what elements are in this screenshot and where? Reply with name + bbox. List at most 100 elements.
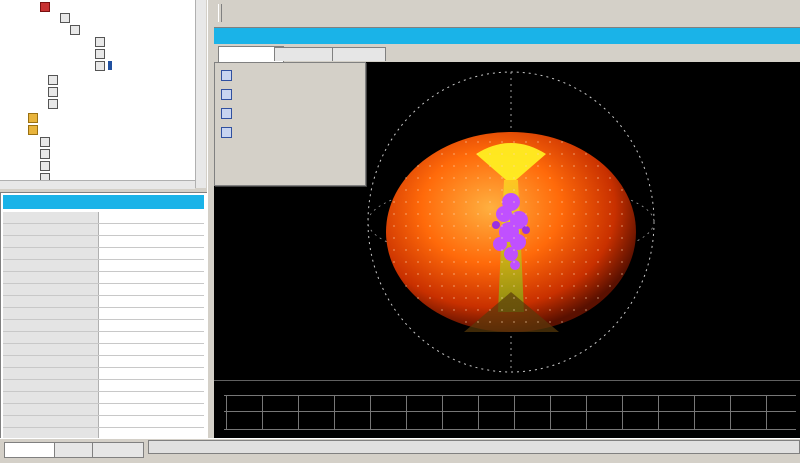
grid-point — [561, 165, 563, 167]
property-row[interactable] — [3, 284, 204, 296]
grid-point — [525, 297, 527, 299]
grid-point — [405, 249, 407, 251]
grid-point — [525, 321, 527, 323]
tree-node[interactable] — [28, 112, 41, 123]
grid-point — [513, 189, 515, 191]
property-row[interactable] — [3, 416, 204, 428]
tree-node[interactable] — [60, 12, 73, 23]
view-tab[interactable] — [332, 47, 386, 61]
property-row[interactable] — [3, 296, 204, 308]
grid-point — [525, 153, 527, 155]
grid-point — [513, 297, 515, 299]
bottom-tab[interactable] — [4, 442, 56, 458]
menu-item[interactable] — [215, 123, 363, 141]
grid-point — [597, 285, 599, 287]
property-row[interactable] — [3, 272, 204, 284]
grid-point — [525, 213, 527, 215]
node-icon — [48, 98, 58, 109]
menu-item-icon — [221, 127, 232, 138]
node-icon — [95, 60, 105, 71]
property-row[interactable] — [3, 356, 204, 368]
grid-point — [441, 285, 443, 287]
bottom-tab[interactable] — [92, 442, 144, 458]
grid-point — [429, 201, 431, 203]
property-row[interactable] — [3, 224, 204, 236]
grid-point — [501, 213, 503, 215]
property-key — [3, 224, 99, 235]
tree-node[interactable] — [40, 148, 53, 159]
property-key — [3, 320, 99, 331]
bottom-tab[interactable] — [54, 442, 94, 458]
grid-point — [537, 189, 539, 191]
grid-point — [597, 237, 599, 239]
tree-node[interactable] — [48, 98, 61, 109]
tree-node[interactable] — [40, 136, 53, 147]
tree-horizontal-scrollbar[interactable] — [0, 180, 195, 189]
grid-point — [417, 249, 419, 251]
grid-point — [549, 321, 551, 323]
menu-item[interactable] — [215, 161, 363, 179]
tree-node[interactable] — [70, 24, 83, 35]
grid-point — [429, 285, 431, 287]
grid-point — [537, 261, 539, 263]
grid-point — [549, 249, 551, 251]
grid-point — [465, 153, 467, 155]
grid-point — [477, 213, 479, 215]
menu-item[interactable] — [215, 142, 363, 160]
model-tree[interactable] — [0, 0, 206, 188]
grid-point — [417, 177, 419, 179]
property-row[interactable] — [3, 308, 204, 320]
grid-point — [561, 297, 563, 299]
grid-point — [441, 213, 443, 215]
tree-node[interactable] — [48, 86, 61, 97]
grid-point — [513, 273, 515, 275]
property-row[interactable] — [3, 260, 204, 272]
tree-node[interactable] — [40, 1, 53, 12]
tree-node[interactable] — [95, 48, 108, 59]
property-row[interactable] — [3, 212, 204, 224]
grid-point — [441, 261, 443, 263]
grid-point — [573, 237, 575, 239]
property-row[interactable] — [3, 236, 204, 248]
property-row[interactable] — [3, 248, 204, 260]
tree-node[interactable] — [48, 74, 61, 85]
property-row[interactable] — [3, 392, 204, 404]
tree-node[interactable] — [28, 124, 41, 135]
menu-item[interactable] — [215, 66, 363, 84]
tree-node[interactable] — [40, 160, 53, 171]
grid-point — [537, 177, 539, 179]
property-row[interactable] — [3, 332, 204, 344]
grid-point — [417, 201, 419, 203]
grid-point — [489, 177, 491, 179]
grid-point — [405, 201, 407, 203]
grid-point — [477, 249, 479, 251]
menu-item[interactable] — [215, 104, 363, 122]
grid-point — [393, 249, 395, 251]
menu-item[interactable] — [215, 85, 363, 103]
grid-point — [489, 141, 491, 143]
grid-point — [525, 273, 527, 275]
property-row[interactable] — [3, 380, 204, 392]
node-icon — [95, 48, 105, 59]
property-row[interactable] — [3, 344, 204, 356]
grid-point — [441, 309, 443, 311]
node-icon — [48, 86, 58, 97]
grid-point — [501, 141, 503, 143]
property-row[interactable] — [3, 404, 204, 416]
table-column-divider — [262, 395, 263, 429]
grid-point — [513, 177, 515, 179]
tree-node[interactable] — [95, 60, 112, 71]
grid-point — [405, 273, 407, 275]
tree-vertical-scrollbar[interactable] — [195, 0, 206, 188]
tree-node[interactable] — [95, 36, 108, 47]
grid-point — [501, 309, 503, 311]
table-rule — [224, 395, 796, 396]
grid-point — [573, 213, 575, 215]
toolbar-grip[interactable] — [218, 4, 222, 22]
grid-point — [549, 297, 551, 299]
property-row[interactable] — [3, 368, 204, 380]
grid-point — [525, 189, 527, 191]
grid-point — [609, 213, 611, 215]
property-row[interactable] — [3, 320, 204, 332]
node-icon — [48, 74, 58, 85]
